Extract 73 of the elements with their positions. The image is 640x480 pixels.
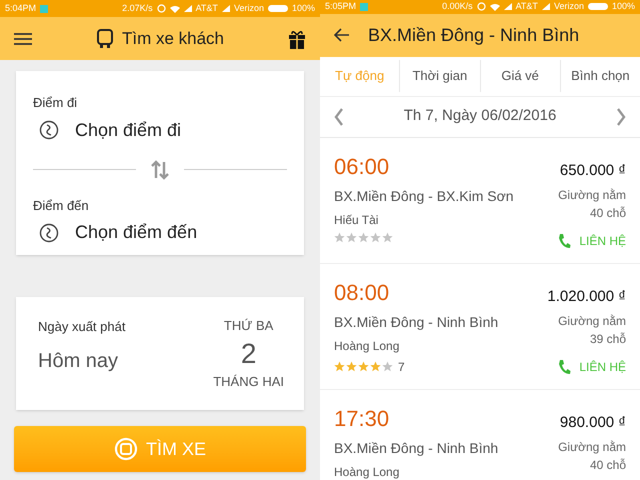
signal-icon (184, 5, 192, 12)
star-icon (358, 232, 369, 242)
signal-icon (542, 3, 550, 10)
chevron-right-icon[interactable] (616, 108, 626, 126)
seat-count: 39 chỗ (590, 331, 626, 348)
departure-time: 06:00 (334, 154, 390, 180)
carrier-name: Verizon (554, 0, 584, 13)
trip-card[interactable]: 17:30 BX.Miền Đông - Ninh Bình Hoàng Long 980.000 ₫ Giường nằm 40 chỗ (320, 390, 640, 480)
field-label: Ngày xuất phát (38, 318, 126, 336)
signal-icon (504, 3, 512, 10)
app-title: Tìm xe khách (122, 28, 224, 50)
month-name: THÁNG HAI (213, 372, 284, 390)
wifi-icon (170, 4, 180, 12)
star-icon (358, 361, 369, 372)
back-arrow-icon[interactable] (334, 28, 350, 42)
carrier-name: Verizon (234, 2, 264, 15)
seat-type: Giường nằm (558, 187, 626, 204)
seat-type: Giường nằm (558, 313, 626, 330)
star-icon (370, 232, 381, 242)
network-speed: 0.00K/s (442, 0, 473, 13)
departure-time: 08:00 (334, 280, 390, 306)
menu-icon[interactable] (14, 32, 32, 46)
phone-icon (557, 233, 572, 249)
operator-name: Hoàng Long (334, 464, 400, 480)
app-title: BX.Miền Đông - Ninh Bình (368, 24, 580, 47)
date-value: Hôm nay (38, 349, 120, 374)
date-label: Th 7, Ngày 06/02/2016 (402, 106, 558, 126)
field-label: Điểm đến (33, 196, 90, 214)
sort-tab[interactable]: Thời gian (399, 60, 480, 92)
gift-icon[interactable] (288, 28, 306, 48)
swap-icon[interactable] (150, 160, 170, 180)
battery-icon (268, 5, 288, 12)
ticket-price: 1.020.000 ₫ (547, 286, 626, 306)
star-icon (346, 361, 357, 372)
sort-tab[interactable]: Bình chọn (560, 60, 640, 92)
ticket-price: 650.000 ₫ (560, 160, 626, 180)
rating-count: 7 (398, 358, 405, 376)
star-icon (334, 232, 345, 242)
star-icon (346, 232, 357, 242)
departure-time: 17:30 (334, 406, 390, 432)
sort-tab[interactable]: Giá vé (480, 60, 560, 92)
notification-icon (360, 2, 368, 11)
signal-icon (222, 5, 230, 12)
star-icon (334, 361, 345, 372)
battery-percent: 100% (612, 0, 635, 13)
notification-icon (40, 4, 48, 12)
operator-name: Hiếu Tài (334, 212, 380, 228)
seat-count: 40 chỗ (590, 205, 626, 222)
ticket-price: 980.000 ₫ (560, 412, 626, 432)
star-icon (382, 361, 393, 372)
weekday: THỨ BA (224, 317, 274, 335)
field-label: Điểm đi (33, 94, 78, 112)
route-name: BX.Miền Đông - BX.Kim Sơn (334, 186, 515, 206)
star-icon (370, 361, 381, 372)
chevron-left-icon[interactable] (334, 108, 344, 126)
route-name: BX.Miền Đông - Ninh Bình (334, 438, 500, 458)
network-speed: 2.07K/s (122, 2, 153, 15)
carrier-name: AT&T (196, 2, 218, 15)
seat-type: Giường nằm (558, 439, 626, 456)
day-number: 2 (240, 336, 256, 370)
phone-icon (557, 359, 572, 375)
status-time: 5:05PM (325, 0, 356, 13)
carrier-name: AT&T (516, 0, 538, 13)
seat-count: 40 chỗ (590, 457, 626, 474)
battery-percent: 100% (292, 2, 315, 15)
star-icon (382, 232, 393, 242)
trip-card[interactable]: 06:00 BX.Miền Đông - BX.Kim Sơn Hiếu Tài 650.000 ₫ Giường nằm 40 chỗ LIÊN HỆ (320, 138, 640, 264)
battery-icon (588, 3, 608, 10)
route-name: BX.Miền Đông - Ninh Bình (334, 312, 500, 332)
operator-name: Hoàng Long (334, 338, 400, 354)
trip-card[interactable]: 08:00 BX.Miền Đông - Ninh Bình Hoàng Long 7 1.020.000 ₫ Giường nằm 39 chỗ LIÊN HỆ (320, 264, 640, 390)
wifi-icon (490, 2, 500, 11)
status-time: 5:04PM (5, 2, 36, 15)
